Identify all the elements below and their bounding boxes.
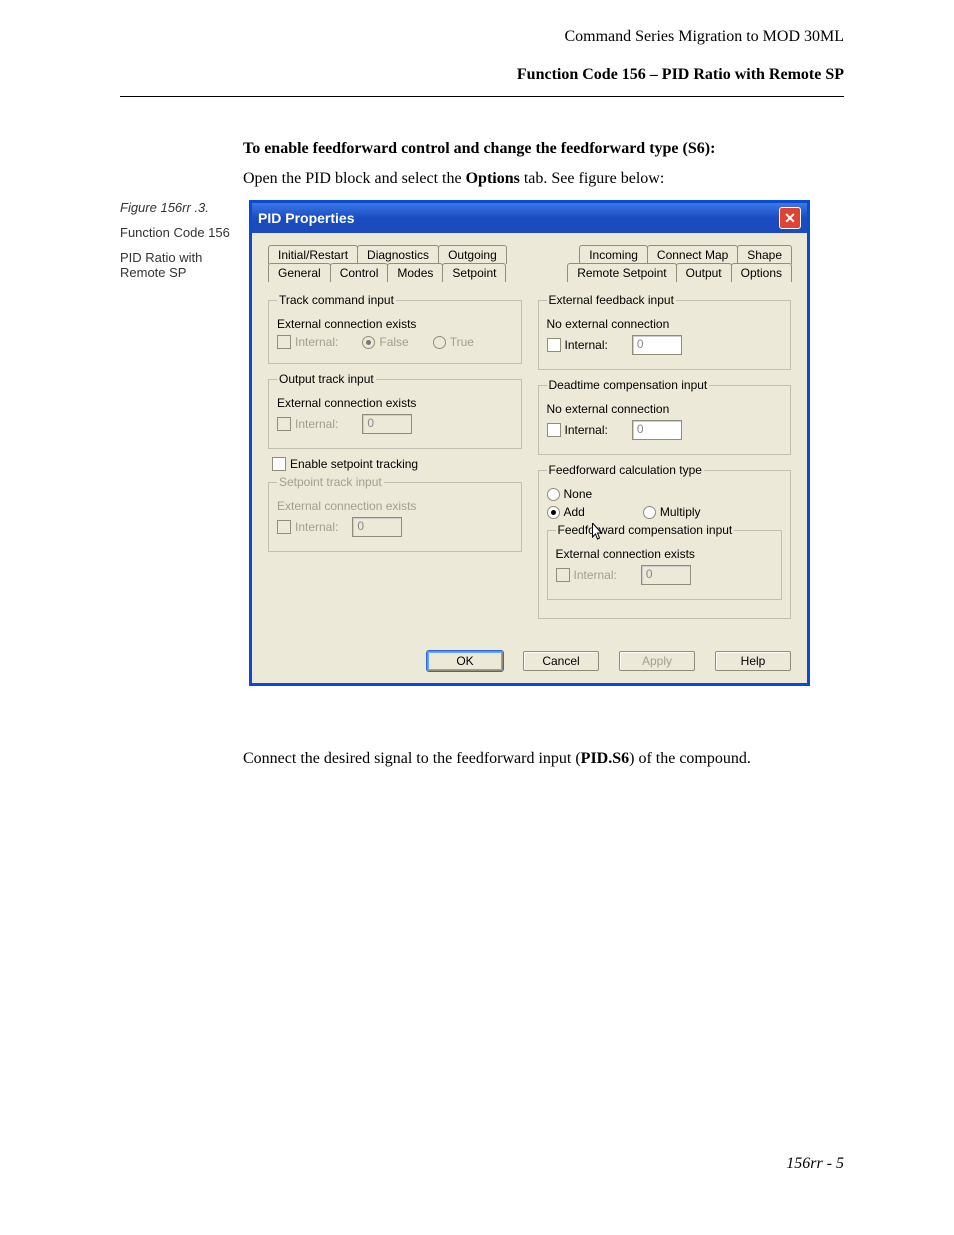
label-ext-feedback-internal: Internal: [565,338,608,352]
right-column: External feedback input No external conn… [538,289,792,627]
label-ff-comp-internal: Internal: [574,568,617,582]
tab-control[interactable]: Control [330,263,389,282]
label-ff-add: Add [564,505,585,519]
page-footer: 156rr - 5 [786,1155,844,1173]
input-deadtime-internal[interactable]: 0 [632,420,682,440]
group-feedforward-calculation-type: Feedforward calculation type None Add Mu… [538,463,792,619]
header-line1: Command Series Migration to MOD 30ML [120,28,844,46]
label-track-internal: Internal: [295,335,338,349]
intro-block: To enable feedforward control and change… [243,140,844,188]
close-icon: ✕ [784,211,796,225]
chk-output-internal[interactable] [277,417,291,431]
dialog-button-row: OK Cancel Apply Help [252,637,807,683]
tab-row-2-right: Remote Setpoint Output Options [567,263,791,282]
help-button[interactable]: Help [715,651,791,671]
input-setpoint-internal: 0 [352,517,402,537]
figure-sidebar: Figure 156rr .3. Function Code 156 PID R… [120,200,230,280]
legend-setpoint-track: Setpoint track input [277,475,384,489]
label-track-false: False [379,335,408,349]
input-ext-feedback-internal[interactable]: 0 [632,335,682,355]
legend-output-track: Output track input [277,372,376,386]
input-ff-comp-internal[interactable]: 0 [641,565,691,585]
chk-track-internal[interactable] [277,335,291,349]
tab-row-1-left: Initial/Restart Diagnostics Outgoing [268,245,506,264]
tab-shape[interactable]: Shape [737,245,792,264]
label-output-internal: Internal: [295,417,338,431]
intro-options-word: Options [466,170,520,187]
input-output-internal[interactable]: 0 [362,414,412,434]
cancel-button[interactable]: Cancel [523,651,599,671]
pid-properties-dialog: PID Properties ✕ Initial/Restart Diagnos… [249,200,810,686]
dialog-title: PID Properties [258,210,354,226]
group-feedforward-compensation-input: Feedforward compensation input External … [547,523,783,600]
tab-incoming[interactable]: Incoming [579,245,648,264]
tab-options[interactable]: Options [731,263,792,282]
label-setpoint-internal: Internal: [295,520,338,534]
header-rule [120,96,844,97]
intro-text: Open the PID block and select the Option… [243,170,844,188]
chk-ff-comp-internal[interactable] [556,568,570,582]
figure-label: Figure 156rr .3. [120,200,230,215]
legend-ext-feedback: External feedback input [547,293,676,307]
output-track-status: External connection exists [277,396,513,410]
close-button[interactable]: ✕ [779,207,801,229]
ff-comp-status: External connection exists [556,547,774,561]
after-dialog-text: Connect the desired signal to the feedfo… [243,750,844,768]
chk-setpoint-internal [277,520,291,534]
label-ff-multiply: Multiply [660,505,701,519]
figure-desc-2: PID Ratio with Remote SP [120,250,230,280]
tab-output[interactable]: Output [676,263,732,282]
intro-heading: To enable feedforward control and change… [243,140,844,158]
group-deadtime-compensation-input: Deadtime compensation input No external … [538,378,792,455]
figure-desc-1: Function Code 156 [120,225,230,240]
radio-track-false[interactable] [362,336,375,349]
tab-initial-restart[interactable]: Initial/Restart [268,245,358,264]
group-external-feedback-input: External feedback input No external conn… [538,293,792,370]
options-columns: Track command input External connection … [268,281,791,627]
tab-general[interactable]: General [268,263,331,282]
after-pre: Connect the desired signal to the feedfo… [243,750,581,767]
tab-row-1-right: Incoming Connect Map Shape [579,245,791,264]
radio-ff-multiply[interactable] [643,506,656,519]
intro-post: tab. See figure below: [520,170,664,187]
tab-diagnostics[interactable]: Diagnostics [357,245,439,264]
group-output-track-input: Output track input External connection e… [268,372,522,449]
tab-setpoint[interactable]: Setpoint [442,263,506,282]
legend-track-command: Track command input [277,293,396,307]
tab-outgoing[interactable]: Outgoing [438,245,507,264]
legend-deadtime: Deadtime compensation input [547,378,710,392]
after-post: ) of the compound. [629,750,751,767]
tab-modes[interactable]: Modes [387,263,443,282]
deadtime-status: No external connection [547,402,783,416]
chk-deadtime-internal[interactable] [547,423,561,437]
track-command-status: External connection exists [277,317,513,331]
page-header: Command Series Migration to MOD 30ML Fun… [0,28,954,84]
radio-ff-none[interactable] [547,488,560,501]
group-setpoint-track-input: Setpoint track input External connection… [268,475,522,552]
chk-ext-feedback-internal[interactable] [547,338,561,352]
label-ff-none: None [564,487,593,501]
tab-remote-setpoint[interactable]: Remote Setpoint [567,263,676,282]
label-track-true: True [450,335,474,349]
ok-button[interactable]: OK [427,651,503,671]
setpoint-track-status: External connection exists [277,499,513,513]
dialog-titlebar[interactable]: PID Properties ✕ [252,203,807,233]
legend-ff-comp: Feedforward compensation input [556,523,735,537]
left-column: Track command input External connection … [268,289,522,627]
header-line2: Function Code 156 – PID Ratio with Remot… [120,66,844,84]
after-bold: PID.S6 [581,750,629,767]
ext-feedback-status: No external connection [547,317,783,331]
label-deadtime-internal: Internal: [565,423,608,437]
group-track-command-input: Track command input External connection … [268,293,522,364]
tab-area: Initial/Restart Diagnostics Outgoing Inc… [252,233,807,637]
label-enable-setpoint-tracking: Enable setpoint tracking [290,457,418,471]
chk-enable-setpoint-tracking[interactable] [272,457,286,471]
legend-ff-type: Feedforward calculation type [547,463,704,477]
radio-ff-add[interactable] [547,506,560,519]
radio-track-true[interactable] [433,336,446,349]
tab-connect-map[interactable]: Connect Map [647,245,738,264]
intro-pre: Open the PID block and select the [243,170,466,187]
apply-button: Apply [619,651,695,671]
tab-row-2-left: General Control Modes Setpoint [268,263,505,282]
